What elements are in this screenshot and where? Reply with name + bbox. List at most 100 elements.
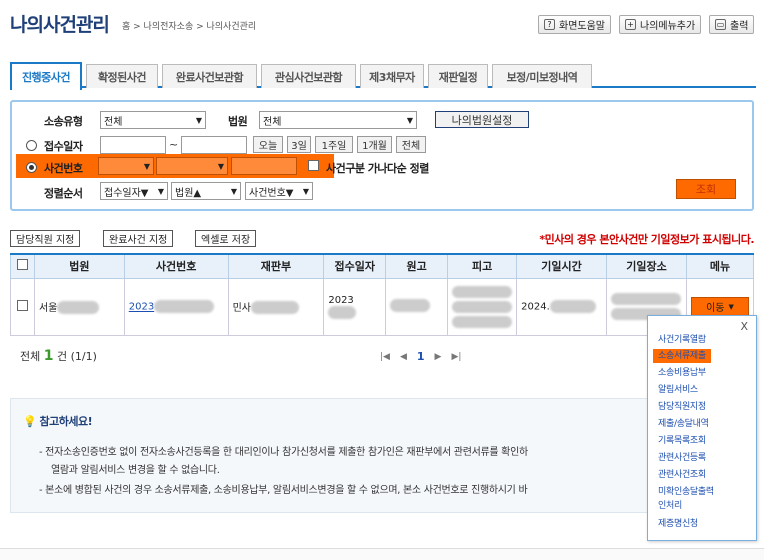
case-table: 법원 사건번호 재판부 접수일자 원고 피고 기일시간 기일장소 메뉴 서울 2… xyxy=(10,253,754,336)
popup-item-record-view[interactable]: 사건기록열람 xyxy=(658,334,706,346)
cell-date: 2023 xyxy=(323,277,387,336)
date-1month-button[interactable]: 1개월 xyxy=(357,136,392,153)
date-all-button[interactable]: 전체 xyxy=(396,136,426,153)
move-menu-popup: X 사건기록열람 소송서류제출 소송비용납부 알림서비스 담당직원지정 제출/송… xyxy=(647,315,757,541)
popup-item-alert-service[interactable]: 알림서비스 xyxy=(658,384,698,396)
tab-finalized[interactable]: 확정된사건 xyxy=(86,64,158,88)
start-date-input[interactable] xyxy=(100,136,166,154)
chevron-down-icon: ▼ xyxy=(728,302,734,311)
chevron-down-icon: ▼ xyxy=(217,161,224,171)
notice-text: *민사의 경우 본안사건만 기일정보가 표시됩니다. xyxy=(539,233,754,246)
print-button[interactable]: ▭ 출력 xyxy=(709,15,755,34)
court-label: 법원 xyxy=(228,115,248,128)
chevron-down-icon: ▼ xyxy=(143,161,150,171)
popup-item-fee-payment[interactable]: 소송비용납부 xyxy=(658,367,706,379)
select-all-checkbox[interactable] xyxy=(16,259,28,271)
tab-in-progress[interactable]: 진행중사건 xyxy=(10,62,82,90)
move-menu-button[interactable]: 이동 ▼ xyxy=(691,297,749,316)
tab-third-debtor[interactable]: 제3채무자 xyxy=(360,64,424,88)
redacted-block xyxy=(250,301,299,315)
case-number-radio[interactable] xyxy=(26,162,37,173)
tab-bar: 진행중사건 확정된사건 완료사건보관함 관심사건보관함 제3채무자 재판일정 보… xyxy=(10,62,756,90)
popup-item-process[interactable]: 인처리 xyxy=(658,500,682,512)
col-plaintiff: 원고 xyxy=(385,253,449,279)
date-today-button[interactable]: 오늘 xyxy=(253,136,283,153)
lightbulb-icon: 💡 xyxy=(23,415,37,428)
redacted-block xyxy=(452,285,513,298)
next-page-icon[interactable]: ▶ xyxy=(435,352,442,362)
close-icon[interactable]: X xyxy=(740,320,748,333)
sort-order-label: 정렬순서 xyxy=(44,187,83,200)
my-court-settings-button[interactable]: 나의법원설정 xyxy=(435,111,529,128)
cell-plaintiff xyxy=(385,277,449,336)
date-radio[interactable] xyxy=(26,140,37,151)
case-sort-label: 사건구분 가나다순 정렬 xyxy=(326,162,429,175)
table-row: 서울 2023 민사 2023 2024. 이동 ▼ xyxy=(10,277,754,336)
popup-item-unconfirmed-print[interactable]: 미확인송달출력 xyxy=(658,486,714,498)
popup-item-document-submit[interactable]: 소송서류제출 xyxy=(653,349,711,363)
print-icon: ▭ xyxy=(715,19,726,30)
search-button[interactable]: 조회 xyxy=(676,179,736,199)
reference-line: - 본소에 병합된 사건의 경우 소송서류제출, 소송비용납부, 알림서비스변경… xyxy=(39,485,528,496)
reference-title: 💡 참고하세요! xyxy=(23,415,93,428)
case-number-link[interactable]: 2023 xyxy=(129,302,154,313)
cell-court: 서울 xyxy=(33,277,125,336)
sort-by-case-select[interactable]: 사건번호▼ ▼ xyxy=(245,182,313,200)
end-date-input[interactable] xyxy=(181,136,247,154)
current-page[interactable]: 1 xyxy=(417,350,425,363)
prev-page-icon[interactable]: ◀ xyxy=(400,352,407,362)
add-my-menu-button[interactable]: + 나의메뉴추가 xyxy=(619,15,702,34)
cell-case-number: 2023 xyxy=(123,277,229,336)
redacted-block xyxy=(549,300,596,313)
footer xyxy=(0,548,764,560)
case-sort-checkbox[interactable] xyxy=(308,160,319,171)
popup-item-related-search[interactable]: 관련사건조회 xyxy=(658,469,706,481)
tab-interest-archive[interactable]: 관심사건보관함 xyxy=(261,64,356,88)
col-date: 접수일자 xyxy=(323,253,387,279)
reference-box: 💡 참고하세요! - 전자소송인증번호 없이 전자소송사건등록을 한 대리인이나… xyxy=(10,398,754,513)
case-year-select[interactable]: ▼ xyxy=(98,157,154,175)
chevron-down-icon: ▼ xyxy=(302,186,309,196)
tab-trial-schedule[interactable]: 재판일정 xyxy=(428,64,488,88)
col-hearing-time: 기일시간 xyxy=(516,253,607,279)
suit-type-select[interactable]: 전체 ▼ xyxy=(100,111,206,129)
popup-item-assign-staff[interactable]: 담당직원지정 xyxy=(658,401,706,413)
redacted-block xyxy=(390,298,431,312)
popup-item-related-register[interactable]: 관련사건등록 xyxy=(658,452,706,464)
cell-hearing-time: 2024. xyxy=(516,277,607,336)
assign-staff-button[interactable]: 담당직원 지정 xyxy=(10,230,81,247)
pagination: |◀ ◀ 1 ▶ ▶| xyxy=(380,350,461,363)
help-icon: ? xyxy=(544,19,555,30)
cell-defendant xyxy=(447,277,518,336)
bookmark-icon: + xyxy=(625,19,636,30)
reference-line: - 전자소송인증번호 없이 전자소송사건등록을 한 대리인이나 참가신청서를 제… xyxy=(39,447,528,458)
case-number-input[interactable] xyxy=(231,157,297,175)
first-page-icon[interactable]: |◀ xyxy=(380,352,390,362)
export-excel-button[interactable]: 엑셀로 저장 xyxy=(195,230,257,247)
chevron-down-icon: ▼ xyxy=(406,115,413,125)
cell-division: 민사 xyxy=(227,277,325,336)
popup-item-submit-delivery[interactable]: 제출/송달내역 xyxy=(658,418,709,430)
tab-correction-history[interactable]: 보정/미보정내역 xyxy=(492,64,592,88)
court-select[interactable]: 전체 ▼ xyxy=(259,111,417,129)
reference-line: 열람과 알림서비스 변경을 할 수 없습니다. xyxy=(51,465,220,476)
date-1week-button[interactable]: 1주일 xyxy=(315,136,353,153)
popup-item-certificate[interactable]: 제증명신청 xyxy=(658,518,698,530)
tab-completed-archive[interactable]: 완료사건보관함 xyxy=(162,64,257,88)
popup-item-record-list[interactable]: 기록목록조회 xyxy=(658,435,706,447)
date-3days-button[interactable]: 3일 xyxy=(287,136,311,153)
sort-by-date-select[interactable]: 접수일자▼ ▼ xyxy=(100,182,168,200)
sort-by-court-select[interactable]: 법원▲ ▼ xyxy=(171,182,241,200)
mark-complete-button[interactable]: 완료사건 지정 xyxy=(103,230,174,247)
redacted-block xyxy=(328,305,357,319)
page-title: 나의사건관리 xyxy=(10,14,110,36)
redacted-block xyxy=(154,300,215,313)
redacted-block xyxy=(452,300,513,313)
col-division: 재판부 xyxy=(227,253,325,279)
row-checkbox[interactable] xyxy=(16,299,28,311)
redacted-block xyxy=(57,301,100,315)
last-page-icon[interactable]: ▶| xyxy=(451,352,461,362)
help-button[interactable]: ? 화면도움말 xyxy=(538,15,611,34)
case-type-select[interactable]: ▼ xyxy=(156,157,228,175)
total-count: 전체 1 건 (1/1) xyxy=(20,348,97,364)
